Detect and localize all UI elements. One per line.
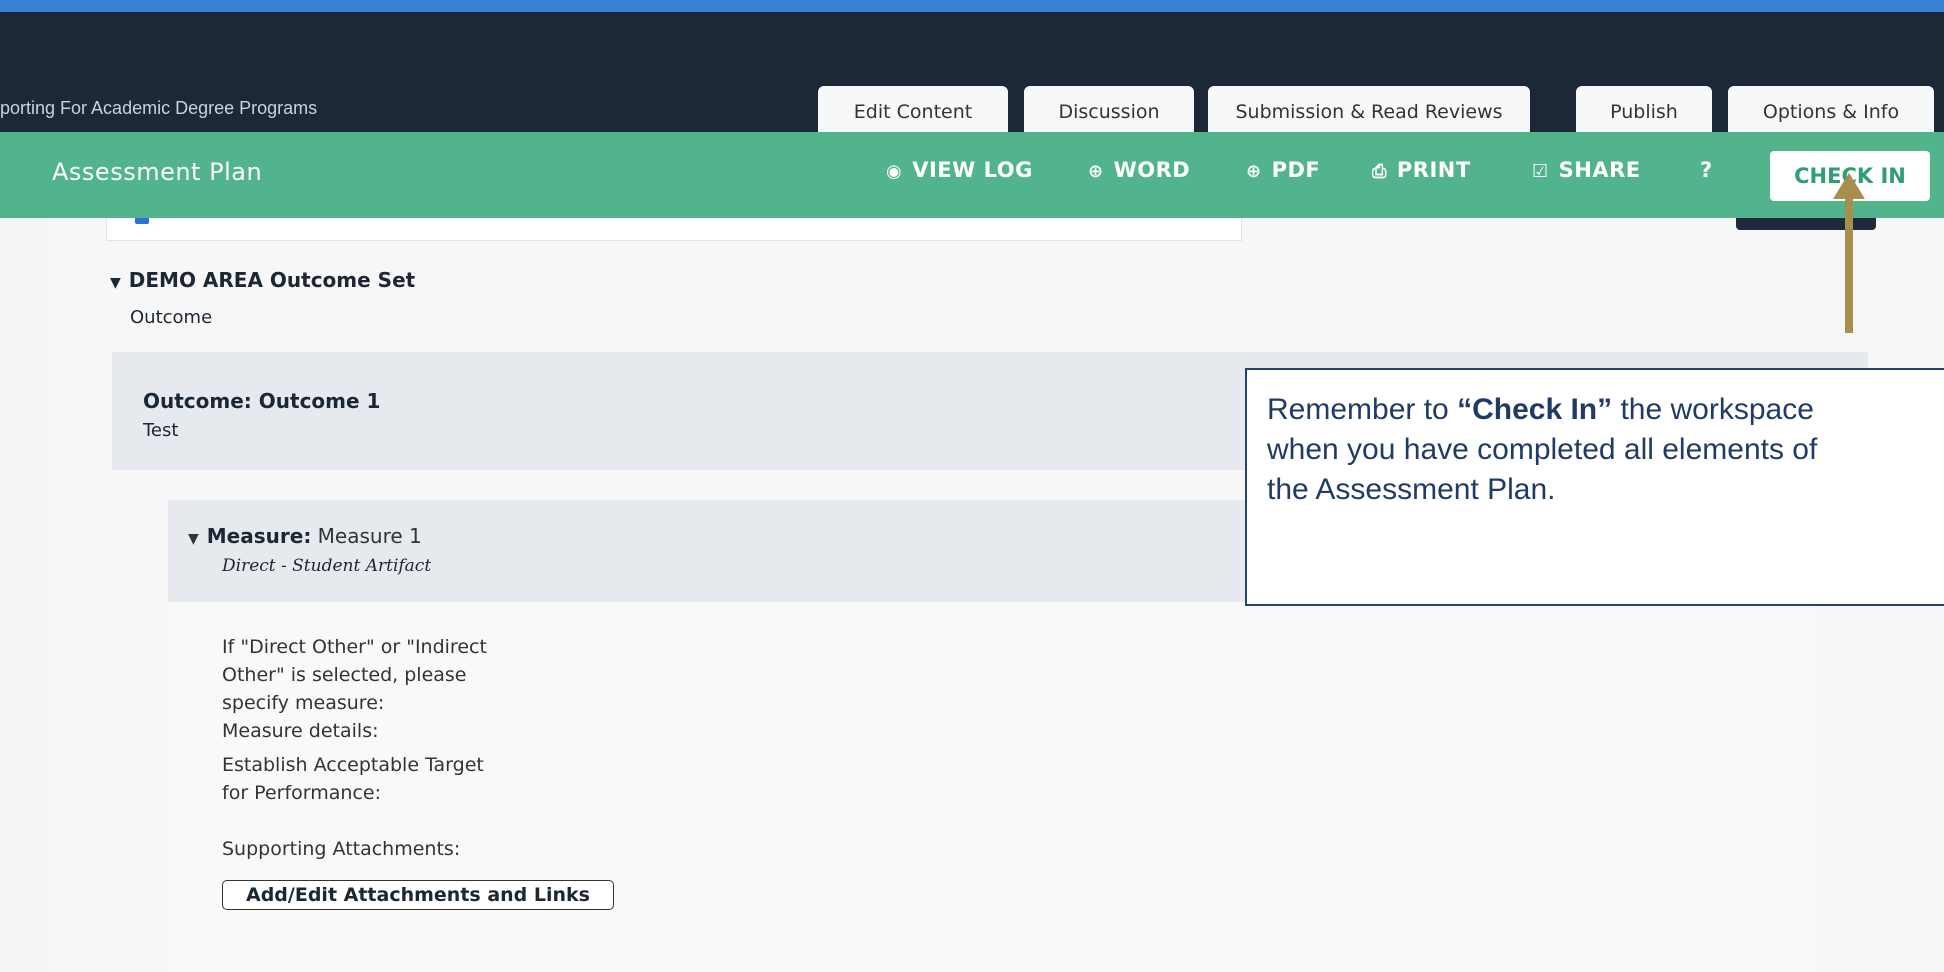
eye-icon: ◉ <box>886 161 903 182</box>
detail-line: specify measure: <box>222 692 385 714</box>
pdf-button[interactable]: ⊕ PDF <box>1246 158 1320 182</box>
page-title: Assessment Plan <box>52 158 263 186</box>
previous-card <box>106 218 1242 241</box>
tab-submission-read-reviews[interactable]: Submission & Read Reviews <box>1208 86 1530 132</box>
tab-publish[interactable]: Publish <box>1576 86 1712 132</box>
previous-card-button[interactable] <box>1736 218 1876 230</box>
word-button[interactable]: ⊕ WORD <box>1088 158 1190 182</box>
arrow-up-icon <box>1833 173 1865 199</box>
print-label: PRINT <box>1396 158 1471 182</box>
outcome-title: Outcome: Outcome 1 <box>143 389 381 413</box>
callout-prefix: Remember to <box>1267 393 1458 426</box>
tab-discussion[interactable]: Discussion <box>1024 86 1194 132</box>
measure-label: Measure: <box>206 524 312 548</box>
help-icon: ? <box>1700 158 1713 182</box>
download-icon: ⊕ <box>1246 161 1262 182</box>
tab-options-info[interactable]: Options & Info <box>1728 86 1934 132</box>
window-top-border <box>0 0 1944 12</box>
detail-line: for Performance: <box>222 782 381 804</box>
detail-line: Other" is selected, please <box>222 664 467 686</box>
detail-line: If "Direct Other" or "Indirect <box>222 636 487 658</box>
word-label: WORD <box>1113 158 1191 182</box>
detail-line: Establish Acceptable Target <box>222 754 484 776</box>
tip-callout: Remember to “Check In” the workspace whe… <box>1245 368 1944 606</box>
measure-toggle[interactable]: ▼ Measure: Measure 1 <box>188 524 422 548</box>
view-log-label: VIEW LOG <box>912 158 1033 182</box>
measure-type: Direct - Student Artifact <box>222 556 432 576</box>
add-edit-attachments-button[interactable]: Add/Edit Attachments and Links <box>222 880 614 910</box>
callout-line3: the Assessment Plan. <box>1267 473 1556 506</box>
attachments-label: Supporting Attachments: <box>222 838 461 860</box>
help-button[interactable]: ? <box>1700 158 1713 182</box>
download-icon: ⊕ <box>1088 161 1104 182</box>
printer-icon: ⎙ <box>1372 161 1387 182</box>
detail-line: Measure details: <box>222 720 379 742</box>
arrow-shaft <box>1845 195 1853 333</box>
caret-down-icon[interactable]: ▼ <box>188 531 199 547</box>
callout-line2: when you have completed all elements of <box>1267 433 1818 466</box>
print-button[interactable]: ⎙ PRINT <box>1372 158 1471 182</box>
checkbox-icon: ☑ <box>1532 161 1549 182</box>
breadcrumb[interactable]: porting For Academic Degree Programs <box>0 98 317 119</box>
outcome-set-title: DEMO AREA Outcome Set <box>128 268 416 292</box>
callout-emphasis: “Check In” <box>1457 393 1613 426</box>
caret-down-icon[interactable]: ▼ <box>110 275 121 291</box>
callout-line1-rest: the workspace <box>1612 393 1814 426</box>
measure-name: Measure 1 <box>317 524 422 548</box>
share-button[interactable]: ☑ SHARE <box>1532 158 1641 182</box>
checkbox-icon[interactable] <box>135 218 149 224</box>
outcome-set-header[interactable]: ▼ DEMO AREA Outcome Set <box>110 268 415 292</box>
view-log-button[interactable]: ◉ VIEW LOG <box>886 158 1033 182</box>
tab-edit-content[interactable]: Edit Content <box>818 86 1008 132</box>
outcome-set-subtitle: Outcome <box>130 307 213 328</box>
pdf-label: PDF <box>1271 158 1321 182</box>
share-label: SHARE <box>1558 158 1641 182</box>
outcome-subtitle: Test <box>143 420 179 441</box>
